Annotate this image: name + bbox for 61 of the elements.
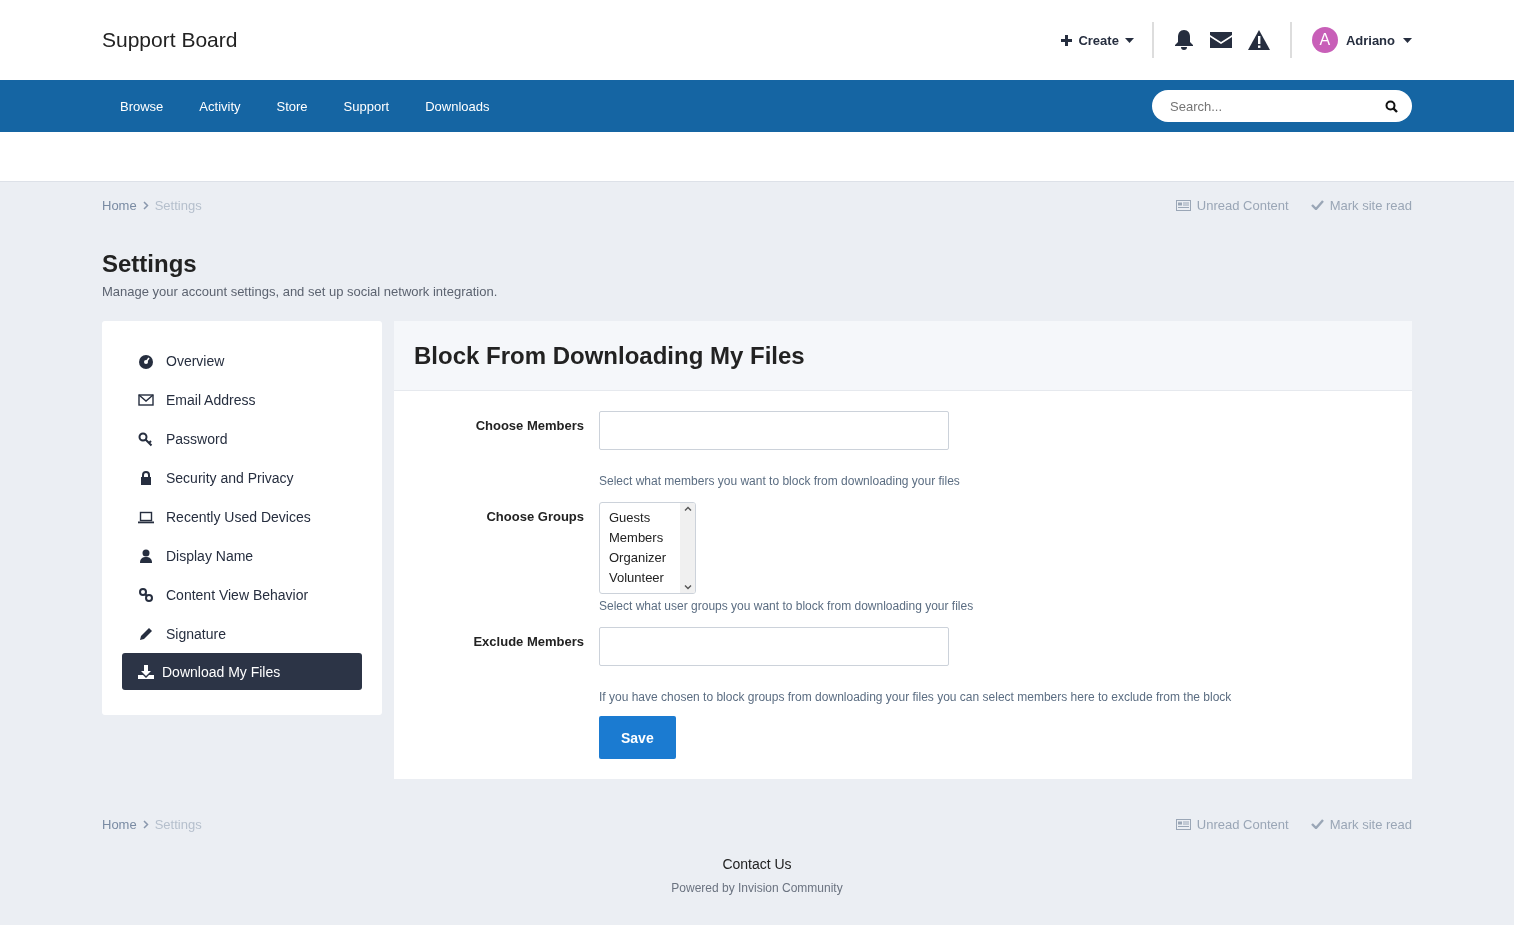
envelope-icon[interactable] — [1209, 32, 1232, 48]
field-label: Choose Members — [474, 417, 584, 435]
envelope-icon — [138, 391, 154, 408]
list-option[interactable]: Guests — [609, 509, 680, 527]
field-label: Exclude Members — [472, 633, 584, 651]
warning-icon[interactable] — [1247, 30, 1270, 50]
search-bar[interactable]: Search... — [1152, 90, 1412, 122]
help-text: If you have chosen to block groups from downloading your files you can select members here to exclude from the block — [599, 690, 1233, 704]
checkmark-icon — [1310, 200, 1324, 210]
sidebar-item[interactable]: Security and Privacy — [122, 458, 362, 497]
contact-us-link[interactable]: Contact Us — [722, 856, 792, 872]
powered-by-text: Powered by Invision Community — [670, 881, 844, 895]
dashboard-icon — [138, 352, 154, 369]
nav-link[interactable]: Browse — [102, 98, 182, 114]
list-option[interactable]: Organizer — [609, 549, 680, 567]
lock-icon — [138, 469, 154, 486]
newspaper-icon — [1175, 818, 1191, 830]
site-title: Support Board — [102, 28, 238, 52]
page-title: Settings — [102, 250, 198, 278]
sidebar-item[interactable]: Content View Behavior — [122, 575, 362, 614]
input-field[interactable] — [599, 627, 949, 666]
bell-icon[interactable] — [1173, 29, 1194, 51]
nav-link[interactable]: Store — [258, 98, 326, 114]
sidebar-item[interactable]: Email Address — [122, 380, 362, 419]
chevron-icon — [142, 200, 149, 210]
scroll-down-icon — [683, 585, 692, 590]
field-label: Choose Groups — [485, 508, 584, 526]
help-text: Select what members you want to block from downloading your files — [599, 474, 961, 488]
input-field[interactable] — [599, 411, 949, 450]
checkmark-icon — [1310, 819, 1324, 829]
caret-icon — [1403, 37, 1412, 43]
sidebar-item[interactable]: Password — [122, 419, 362, 458]
nav-link[interactable]: Downloads — [407, 98, 508, 114]
group-list[interactable]: Guests Members Organizer Volunteer — [599, 502, 696, 594]
chevron-icon — [142, 819, 149, 829]
sidebar-item[interactable]: Download My Files — [122, 653, 362, 690]
download-icon — [138, 663, 154, 680]
nav-link[interactable]: Activity — [181, 98, 259, 114]
sidebar-item[interactable]: Overview — [122, 341, 362, 380]
page-subtitle: Manage your account settings, and set up social network integration. — [102, 284, 499, 299]
plus-icon — [1061, 34, 1073, 46]
caret-icon — [1124, 37, 1134, 43]
create-button[interactable]: Create — [1055, 22, 1154, 58]
link-icon — [138, 586, 154, 603]
list-option[interactable]: Members — [609, 529, 680, 547]
pencil-icon — [138, 625, 154, 642]
sidebar-item[interactable]: Recently Used Devices — [122, 497, 362, 536]
sidebar-item[interactable]: Signature — [122, 614, 362, 653]
sidebar-item[interactable]: Display Name — [122, 536, 362, 575]
user-menu[interactable]: Adriano — [1345, 32, 1395, 48]
list-option[interactable]: Volunteer — [609, 569, 680, 587]
key-icon — [138, 430, 154, 447]
search-icon — [1385, 99, 1398, 113]
person-icon — [138, 547, 154, 564]
save-button[interactable]: Save — [599, 716, 676, 759]
scroll-up-icon — [683, 506, 692, 511]
newspaper-icon — [1175, 199, 1191, 211]
nav-link[interactable]: Support — [325, 98, 408, 114]
form-title: Block From Downloading My Files — [414, 341, 805, 370]
help-text: Select what user groups you want to block from downloading your files — [599, 599, 975, 613]
user-avatar[interactable]: A — [1311, 27, 1338, 53]
